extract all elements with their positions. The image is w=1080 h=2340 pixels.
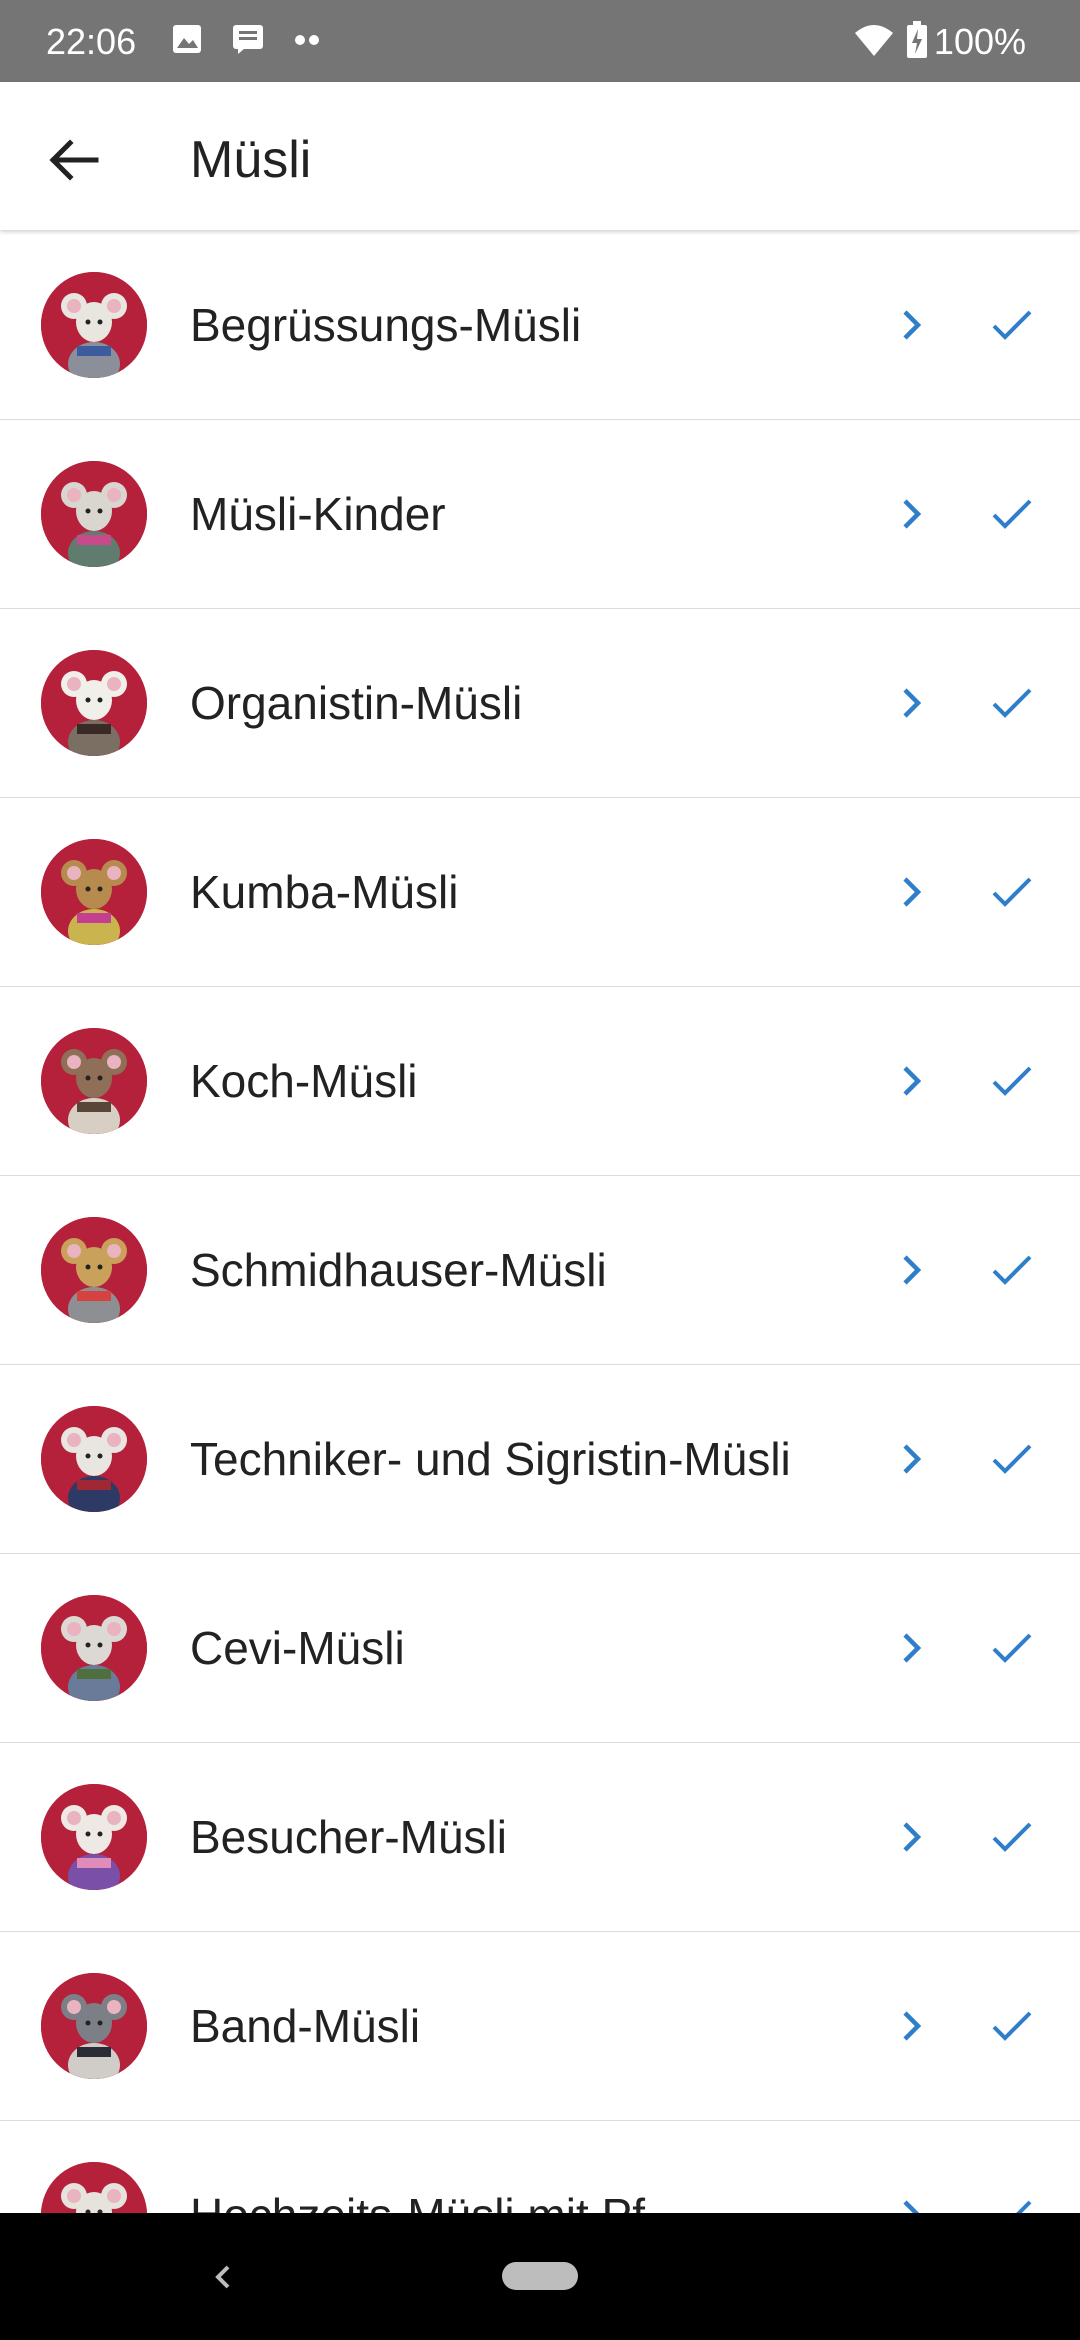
battery-charging-icon xyxy=(906,20,928,64)
nav-back-button[interactable] xyxy=(206,2253,242,2301)
item-label: Begrüssungs-Müsli xyxy=(190,299,582,351)
system-navigation-bar xyxy=(0,2213,1080,2340)
page-title: Müsli xyxy=(190,131,312,189)
check-icon xyxy=(992,877,1032,907)
chevron-right-icon[interactable] xyxy=(895,683,929,723)
mouse-figure-icon xyxy=(41,1406,147,1512)
item-label: Kumba-Müsli xyxy=(190,866,459,918)
mouse-figure-icon xyxy=(41,1028,147,1134)
list-item[interactable]: Band-Müsli xyxy=(0,1932,1080,2121)
avatar xyxy=(41,650,147,756)
item-label: Organistin-Müsli xyxy=(190,677,523,729)
list-item[interactable]: Organistin-Müsli xyxy=(0,609,1080,798)
list-item[interactable]: Besucher-Müsli xyxy=(0,1743,1080,1932)
avatar xyxy=(41,2162,147,2213)
chevron-right-icon[interactable] xyxy=(895,1250,929,1290)
app-bar: Müsli xyxy=(0,82,1080,230)
mouse-figure-icon xyxy=(41,1973,147,2079)
list-item[interactable]: Kumba-Müsli xyxy=(0,798,1080,987)
list-item[interactable]: Begrüssungs-Müsli xyxy=(0,231,1080,420)
check-icon xyxy=(992,1444,1032,1474)
list-item[interactable]: Koch-Müsli xyxy=(0,987,1080,1176)
item-label: Schmidhauser-Müsli xyxy=(190,1244,607,1296)
avatar xyxy=(41,1028,147,1134)
chevron-right-icon[interactable] xyxy=(895,872,929,912)
list-item[interactable]: Hochzeits-Müsli mit Pf xyxy=(0,2121,1080,2213)
chevron-right-icon[interactable] xyxy=(895,1439,929,1479)
chevron-right-icon[interactable] xyxy=(895,2195,929,2213)
item-label: Müsli-Kinder xyxy=(190,488,446,540)
check-icon xyxy=(992,1822,1032,1852)
check-icon xyxy=(992,688,1032,718)
status-bar: 22:06 100% xyxy=(0,0,1080,82)
chevron-right-icon[interactable] xyxy=(895,1061,929,1101)
chevron-right-icon[interactable] xyxy=(895,1817,929,1857)
back-button[interactable] xyxy=(40,126,108,194)
chevron-right-icon[interactable] xyxy=(895,2006,929,2046)
mouse-figure-icon xyxy=(41,1784,147,1890)
image-icon xyxy=(172,24,202,59)
mouse-figure-icon xyxy=(41,461,147,567)
avatar xyxy=(41,1595,147,1701)
avatar xyxy=(41,1973,147,2079)
chevron-right-icon[interactable] xyxy=(895,305,929,345)
check-icon xyxy=(992,310,1032,340)
chevron-right-icon[interactable] xyxy=(895,494,929,534)
avatar xyxy=(41,1406,147,1512)
check-icon xyxy=(992,499,1032,529)
notification-icons xyxy=(172,24,352,59)
system-icons: 100% xyxy=(854,20,1026,64)
item-label: Techniker- und Sigristin-Müsli xyxy=(190,1433,791,1485)
item-label: Cevi-Müsli xyxy=(190,1622,405,1674)
mouse-figure-icon xyxy=(41,1217,147,1323)
avatar xyxy=(41,1784,147,1890)
wifi-icon xyxy=(854,23,894,62)
list-item[interactable]: Techniker- und Sigristin-Müsli xyxy=(0,1365,1080,1554)
avatar xyxy=(41,839,147,945)
list-item[interactable]: Schmidhauser-Müsli xyxy=(0,1176,1080,1365)
mouse-figure-icon xyxy=(41,2162,147,2213)
musli-list: Begrüssungs-Müsli Müsli-Kinder Organisti… xyxy=(0,231,1080,2213)
list-item[interactable]: Cevi-Müsli xyxy=(0,1554,1080,1743)
item-label: Hochzeits-Müsli mit Pf xyxy=(190,2187,645,2213)
mouse-figure-icon xyxy=(41,1595,147,1701)
avatar xyxy=(41,1217,147,1323)
list-item[interactable]: Müsli-Kinder xyxy=(0,420,1080,609)
message-icon xyxy=(232,24,264,59)
mouse-figure-icon xyxy=(41,839,147,945)
check-icon xyxy=(992,1633,1032,1663)
arrow-back-icon xyxy=(49,139,99,181)
mouse-figure-icon xyxy=(41,272,147,378)
nav-back-icon xyxy=(215,2265,230,2289)
more-dots-icon xyxy=(294,33,322,51)
mouse-figure-icon xyxy=(41,650,147,756)
nav-home-pill[interactable] xyxy=(502,2262,578,2290)
status-time: 22:06 xyxy=(46,21,137,62)
check-icon xyxy=(992,1066,1032,1096)
item-label: Besucher-Müsli xyxy=(190,1811,507,1863)
chevron-right-icon[interactable] xyxy=(895,1628,929,1668)
check-icon xyxy=(992,2011,1032,2041)
avatar xyxy=(41,461,147,567)
item-label: Band-Müsli xyxy=(190,2000,421,2052)
item-label: Koch-Müsli xyxy=(190,1055,418,1107)
check-icon xyxy=(992,1255,1032,1285)
battery-percentage: 100% xyxy=(933,21,1026,62)
check-icon xyxy=(1016,2200,1032,2213)
avatar xyxy=(41,272,147,378)
